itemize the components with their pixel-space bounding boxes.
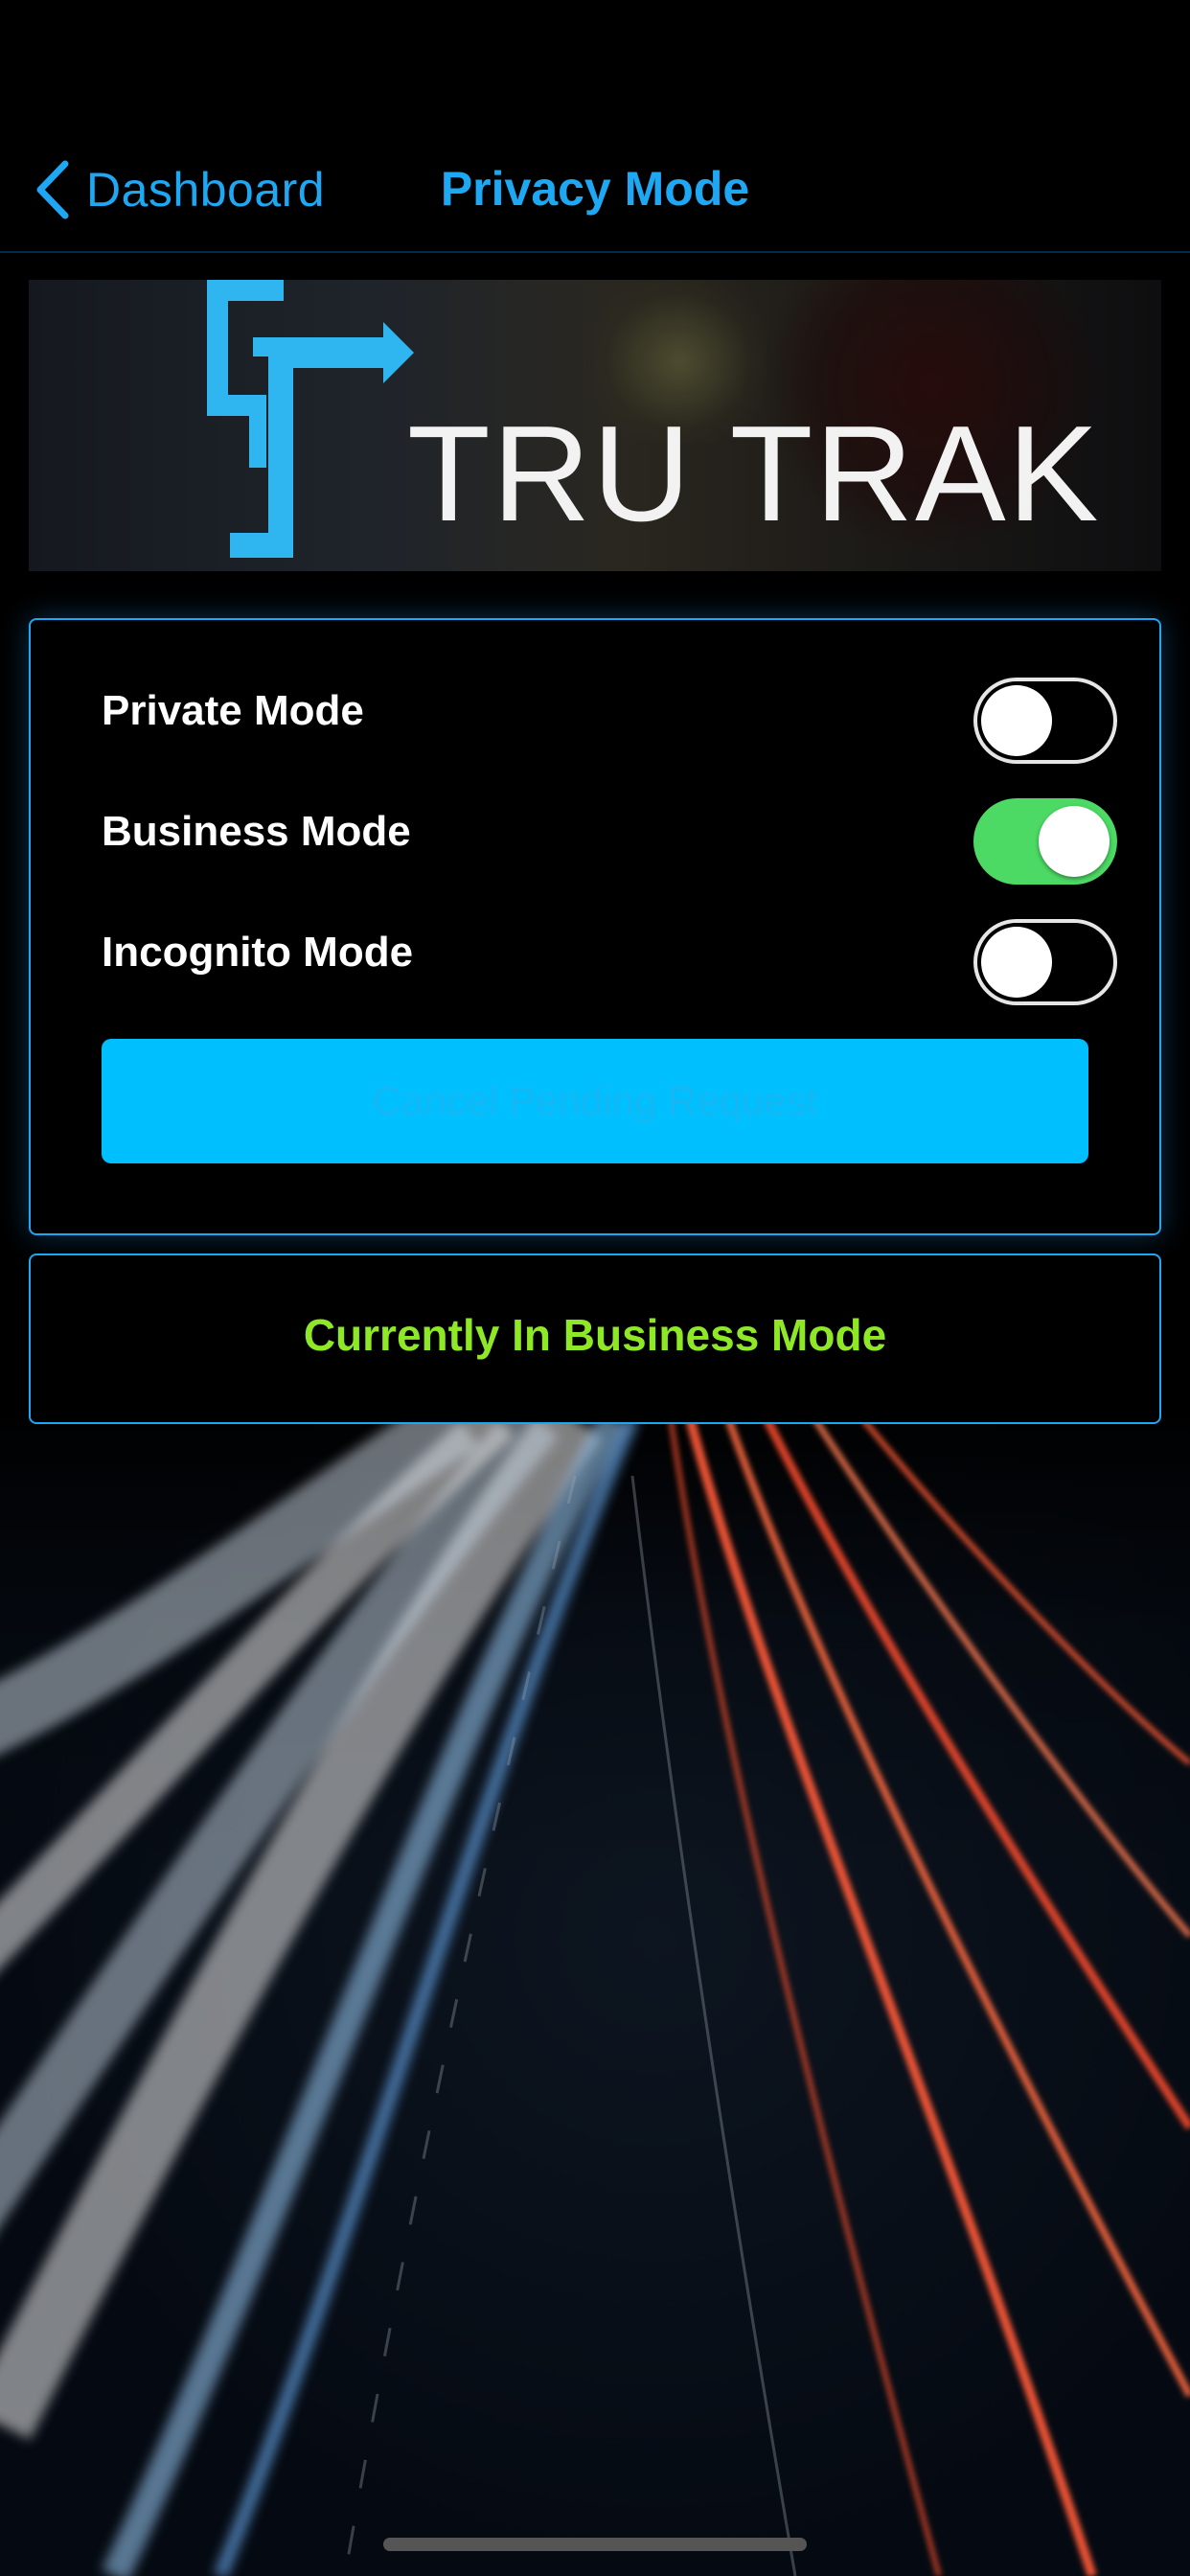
page-title: Privacy Mode (440, 162, 750, 216)
incognito-mode-toggle[interactable] (973, 919, 1117, 1005)
private-mode-toggle[interactable] (973, 678, 1117, 764)
background-highway-image (0, 1418, 1190, 2576)
business-mode-label: Business Mode (102, 808, 411, 855)
navigation-bar: Dashboard Privacy Mode (0, 0, 1190, 253)
current-mode-status: Currently In Business Mode (303, 1310, 887, 1360)
brand-banner: TRU TRAK (29, 280, 1161, 571)
private-mode-label: Private Mode (102, 687, 364, 734)
toggle-knob (1039, 806, 1110, 877)
brand-name: TRU TRAK (407, 398, 1101, 550)
home-indicator[interactable] (383, 2538, 807, 2551)
tru-trak-logo-icon (207, 280, 414, 558)
current-mode-status-box: Currently In Business Mode (29, 1254, 1161, 1424)
incognito-mode-label: Incognito Mode (102, 929, 414, 976)
toggle-knob (981, 685, 1052, 756)
incognito-mode-row: Incognito Mode (102, 919, 1117, 1015)
private-mode-row: Private Mode (102, 678, 1117, 773)
toggle-knob (981, 927, 1052, 998)
business-mode-toggle[interactable] (973, 798, 1117, 885)
business-mode-row: Business Mode (102, 798, 1117, 894)
privacy-modes-panel: Private Mode Business Mode Incognito Mod… (29, 618, 1161, 1235)
cancel-pending-request-button[interactable]: Cancel Pending Request (102, 1039, 1088, 1163)
